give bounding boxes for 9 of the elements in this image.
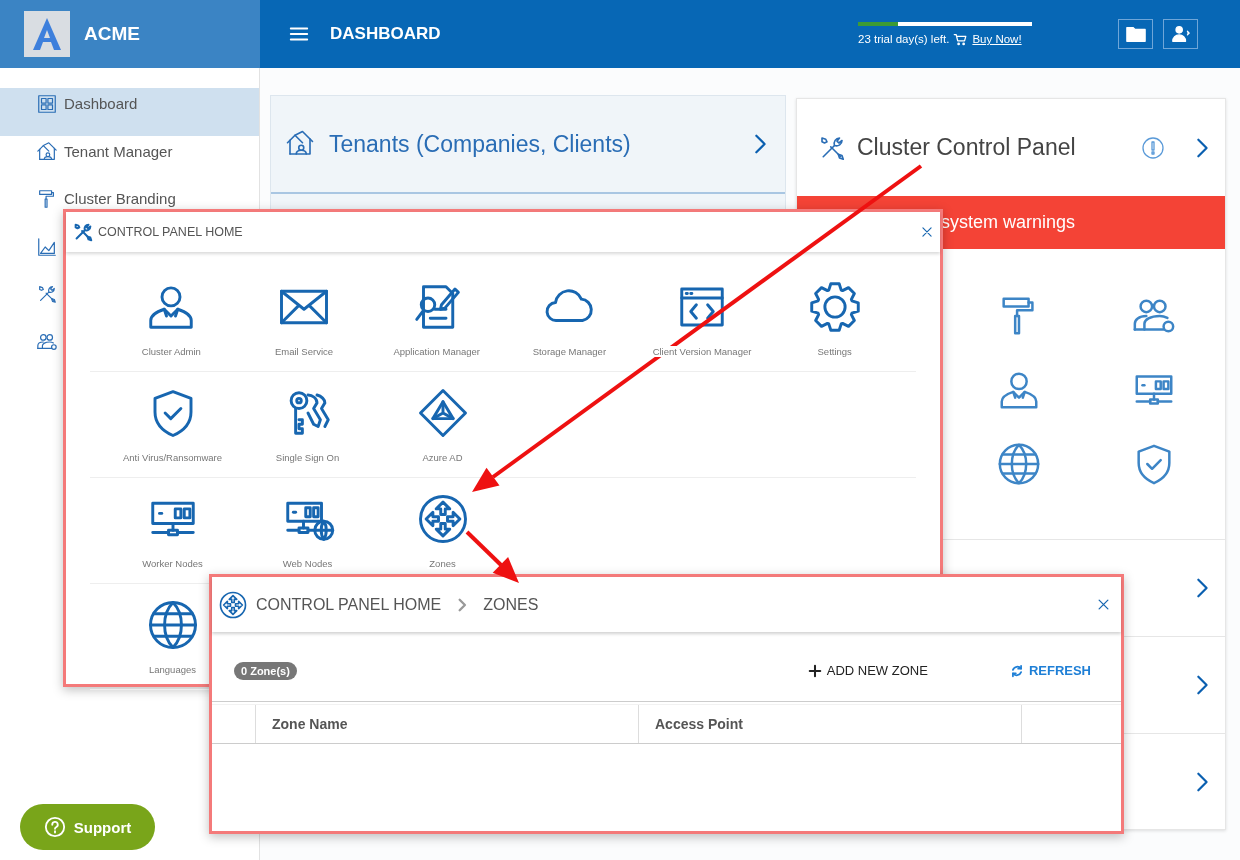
trial-days-text: 23 trial day(s) left. xyxy=(858,33,950,45)
page-title: DASHBOARD xyxy=(330,24,441,44)
brand-name: ACME xyxy=(84,23,140,45)
breadcrumb-item: ZONES xyxy=(483,595,539,614)
card-title: Tenants (Companies, Clients) xyxy=(329,130,632,158)
warning-text: system warnings xyxy=(941,212,1076,233)
card-title: Cluster Control Panel xyxy=(857,134,1077,161)
zone-count-badge: 0 Zone(s) xyxy=(234,661,297,680)
dialog-title: CONTROL PANEL HOME xyxy=(98,225,244,239)
